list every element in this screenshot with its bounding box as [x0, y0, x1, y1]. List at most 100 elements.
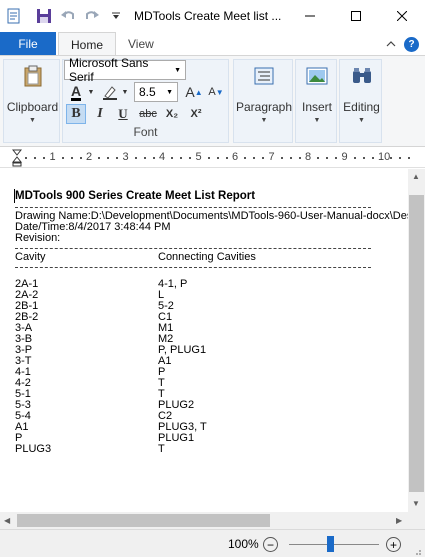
tab-file[interactable]: File	[0, 32, 56, 56]
title-bar: MDTools Create Meet list ...	[0, 0, 425, 32]
table-header: Cavity Connecting Cavities	[15, 252, 408, 263]
table-row: 3-A M1	[15, 323, 408, 334]
vertical-scroll-thumb[interactable]	[409, 195, 424, 492]
tab-home[interactable]: Home	[58, 32, 117, 56]
grow-font-button[interactable]: A ▲	[184, 82, 204, 102]
ruler-number: 9	[341, 151, 348, 163]
highlight-button[interactable]	[100, 82, 120, 102]
ruler-tick	[399, 157, 402, 159]
redo-icon[interactable]	[82, 6, 102, 26]
italic-button[interactable]: I	[90, 104, 110, 124]
clipboard-label: Clipboard	[6, 100, 59, 114]
ruler-tick	[152, 157, 155, 159]
tab-view[interactable]: View	[116, 32, 166, 56]
save-icon[interactable]	[34, 6, 54, 26]
font-color-dropdown-icon[interactable]: ▼	[86, 82, 96, 102]
ruler-tick	[70, 157, 73, 159]
paragraph-icon	[250, 64, 278, 88]
paragraph-button[interactable]: Paragraph ▼	[234, 64, 294, 124]
table-row: 4-1 P	[15, 367, 408, 378]
bold-button[interactable]: B	[66, 104, 86, 124]
ruler-number: 1	[49, 151, 56, 163]
cavity-cell: 3-T	[15, 355, 32, 367]
insert-label: Insert	[301, 100, 332, 114]
ruler-number: 10	[378, 151, 391, 163]
font-name-select[interactable]: Microsoft Sans Serif ▼	[64, 56, 186, 84]
paragraph-label: Paragraph	[235, 100, 293, 114]
ruler-tick	[298, 157, 301, 159]
zoom-out-button[interactable]: −	[263, 537, 278, 552]
subscript-button[interactable]: X₂	[162, 104, 182, 124]
table-row: 3-T A1	[15, 356, 408, 367]
collapse-ribbon-icon[interactable]	[386, 37, 396, 51]
scroll-up-icon[interactable]: ▲	[412, 172, 420, 181]
scroll-left-icon[interactable]: ◀	[4, 516, 10, 525]
ruler-tick	[371, 157, 374, 159]
scroll-down-icon[interactable]: ▼	[412, 499, 420, 508]
ruler-tick	[180, 157, 183, 159]
binoculars-icon	[348, 64, 376, 88]
cavity-cell: 5-1	[15, 388, 31, 400]
scroll-corner	[408, 512, 425, 529]
zoom-slider-track[interactable]	[289, 544, 379, 545]
zoom-slider-thumb[interactable]	[326, 536, 334, 552]
ruler-tick	[408, 157, 411, 159]
insert-group: Insert ▼	[295, 59, 337, 143]
scroll-right-icon[interactable]: ▶	[396, 516, 402, 525]
ruler-tick	[262, 157, 265, 159]
separator	[15, 267, 371, 268]
cavity-cell: 4-1	[15, 366, 31, 378]
app-icon[interactable]	[4, 6, 24, 26]
indent-marker-icon[interactable]	[11, 149, 23, 170]
font-color-icon: A	[70, 82, 82, 101]
undo-icon[interactable]	[58, 6, 78, 26]
ribbon-tabs: File Home View ?	[0, 32, 425, 56]
table-row: PLUG3 T	[15, 444, 408, 455]
font-name-value: Microsoft Sans Serif	[69, 56, 149, 84]
font-size-select[interactable]: 8.5 ▼	[134, 82, 178, 102]
strikethrough-button[interactable]: abc	[136, 104, 160, 124]
minimize-button[interactable]	[287, 0, 333, 32]
table-row: 5-1 T	[15, 389, 408, 400]
font-color-button[interactable]: A	[66, 82, 86, 102]
horizontal-scrollbar[interactable]: ◀ ▶	[0, 512, 408, 529]
cavity-cell: 3-B	[15, 333, 33, 345]
cavity-cell: A1	[15, 421, 29, 433]
font-name-dropdown-icon: ▼	[174, 66, 181, 74]
ruler-number: 8	[305, 151, 312, 163]
cavity-cell: 5-4	[15, 410, 31, 422]
highlight-dropdown-icon[interactable]: ▼	[120, 82, 130, 102]
ruler-tick	[317, 157, 320, 159]
customize-qat-icon[interactable]	[106, 6, 126, 26]
resize-grip-icon[interactable]	[412, 545, 422, 557]
vertical-scrollbar[interactable]: ▲ ▼	[408, 169, 425, 512]
editing-button[interactable]: Editing ▼	[340, 64, 383, 124]
maximize-button[interactable]	[333, 0, 379, 32]
connecting-cavities-cell: T	[158, 443, 165, 455]
insert-dropdown-icon: ▼	[313, 117, 321, 124]
superscript-button[interactable]: X²	[186, 104, 206, 124]
clipboard-button[interactable]: Clipboard ▼	[4, 64, 61, 124]
underline-button[interactable]: U	[113, 104, 133, 124]
ruler-tick	[216, 157, 219, 159]
close-button[interactable]	[379, 0, 425, 32]
ruler-tick	[244, 157, 247, 159]
superscript-icon: X²	[190, 108, 202, 120]
ruler-tick	[289, 157, 292, 159]
ruler-tick	[225, 157, 228, 159]
shrink-font-button[interactable]: A ▼	[206, 82, 226, 102]
help-icon[interactable]: ?	[404, 36, 419, 52]
ruler-tick	[107, 157, 110, 159]
table-row: 5-4 C2	[15, 411, 408, 422]
zoom-in-button[interactable]: +	[386, 537, 401, 552]
grow-font-icon: A	[185, 84, 195, 100]
insert-button[interactable]: Insert ▼	[296, 64, 338, 124]
horizontal-scroll-thumb[interactable]	[17, 514, 270, 527]
paragraph-dropdown-icon: ▼	[260, 117, 268, 124]
underline-icon: U	[118, 106, 128, 121]
ruler-tick	[253, 157, 256, 159]
font-size-value: 8.5	[139, 85, 156, 99]
document-area[interactable]: MDTools 900 Series Create Meet List Repo…	[0, 169, 408, 512]
ruler[interactable]: 1 2 3 4 5 6 7 8 9 10	[0, 148, 425, 168]
separator	[15, 248, 371, 249]
